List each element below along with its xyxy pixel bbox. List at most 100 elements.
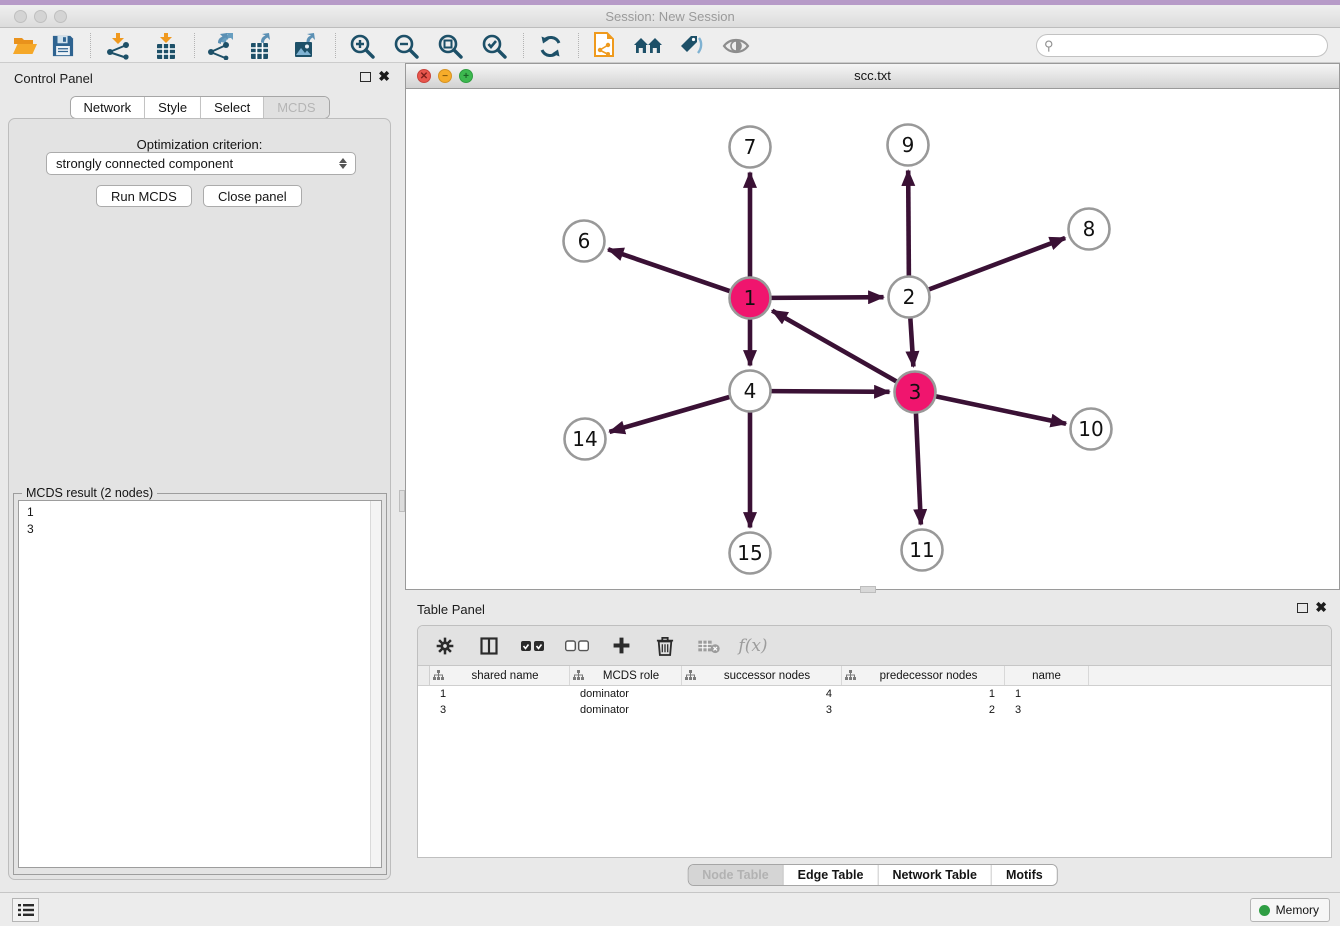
run-mcds-button[interactable]: Run MCDS [96,185,192,207]
mcds-result-textarea[interactable]: 13 [18,500,382,868]
zoom-out-button[interactable] [389,32,423,60]
cell-successor-nodes[interactable]: 4 [682,686,842,702]
memory-button[interactable]: Memory [1250,898,1330,922]
table-row[interactable]: 3dominator323 [418,702,1331,718]
node-15[interactable]: 15 [730,533,771,574]
column-sort-icon [685,670,696,681]
apply-function-button[interactable]: f(x) [738,633,768,659]
export-table-button[interactable] [245,32,279,60]
node-label: 15 [737,541,762,565]
cell-predecessor-nodes[interactable]: 2 [842,702,1005,718]
edge-4-3[interactable] [771,391,889,392]
cell-name[interactable]: 1 [1005,686,1089,702]
import-table-button[interactable] [149,32,183,60]
cell-shared-name[interactable]: 3 [430,702,570,718]
toolbar-separator [523,33,524,58]
eye-icon [722,36,750,56]
network-from-file-button[interactable] [588,32,622,60]
network-from-file-icon [592,32,618,60]
tab-network-table[interactable]: Network Table [878,865,992,885]
cell-shared-name[interactable]: 1 [430,686,570,702]
close-panel-icon[interactable]: ✖ [378,71,390,81]
column-header-name[interactable]: name [1005,666,1089,685]
open-folder-button[interactable] [8,32,42,60]
result-scrollbar[interactable] [370,501,381,867]
zoom-fit-button[interactable] [433,32,467,60]
node-1[interactable]: 1 [730,278,771,319]
export-network-button[interactable] [202,32,236,60]
search-input[interactable] [1054,37,1319,55]
hide-labels-button[interactable] [675,32,709,60]
zoom-in-button[interactable] [345,32,379,60]
node-7[interactable]: 7 [730,127,771,168]
tab-style[interactable]: Style [145,97,201,118]
tab-select[interactable]: Select [201,97,264,118]
delete-rows-button[interactable] [650,633,680,659]
tab-motifs[interactable]: Motifs [992,865,1057,885]
table-toolbar: f(x) [418,626,1331,666]
show-panel-list-button[interactable] [12,898,39,922]
refresh-button[interactable] [533,32,567,60]
column-header-MCDS-role[interactable]: MCDS role [570,666,682,685]
edge-3-11[interactable] [916,413,921,524]
edge-4-14[interactable] [609,397,729,432]
node-table-container: f(x) shared nameMCDS rolesuccessor nodes… [417,625,1332,858]
float-table-panel-icon[interactable] [1297,603,1308,613]
network-window-titlebar[interactable]: ✕ − + scc.txt [406,64,1339,89]
trash-icon [656,636,674,656]
column-sort-icon [433,670,444,681]
edge-2-8[interactable] [929,238,1065,289]
float-panel-icon[interactable] [360,72,371,82]
node-10[interactable]: 10 [1071,409,1112,450]
node-14[interactable]: 14 [565,419,606,460]
horizontal-splitter-grip[interactable] [860,586,876,593]
add-row-button[interactable] [606,633,636,659]
cell-predecessor-nodes[interactable]: 1 [842,686,1005,702]
table-row[interactable]: 1dominator411 [418,686,1331,702]
node-8[interactable]: 8 [1069,209,1110,250]
select-all-checkboxes-button[interactable] [518,633,548,659]
tab-edge-table[interactable]: Edge Table [784,865,879,885]
node-2[interactable]: 2 [889,277,930,318]
cell-successor-nodes[interactable]: 3 [682,702,842,718]
edge-2-3[interactable] [910,318,913,366]
table-settings-button[interactable] [430,633,460,659]
show-graphics-details-button[interactable] [719,32,753,60]
node-3[interactable]: 3 [895,372,936,413]
main-toolbar: ⚲ [0,28,1340,63]
node-4[interactable]: 4 [730,371,771,412]
edge-1-6[interactable] [608,249,730,291]
tab-node-table[interactable]: Node Table [688,865,783,885]
tab-mcds[interactable]: MCDS [264,97,328,118]
save-session-button[interactable] [46,32,80,60]
edge-1-2[interactable] [771,297,883,298]
close-panel-button[interactable]: Close panel [203,185,302,207]
node-6[interactable]: 6 [564,221,605,262]
tab-network[interactable]: Network [70,97,145,118]
control-panel-header: Control Panel ✖ [0,63,399,93]
edge-3-1[interactable] [772,311,896,382]
close-table-panel-icon[interactable]: ✖ [1315,602,1327,612]
cell-name[interactable]: 3 [1005,702,1089,718]
node-11[interactable]: 11 [902,530,943,571]
deselect-all-checkboxes-button[interactable] [562,633,592,659]
export-image-button[interactable] [289,32,323,60]
node-label: 1 [744,286,757,310]
import-network-button[interactable] [101,32,135,60]
delete-table-button[interactable] [694,633,724,659]
column-header-predecessor-nodes[interactable]: predecessor nodes [842,666,1005,685]
edge-3-10[interactable] [936,396,1066,423]
cell-MCDS-role[interactable]: dominator [570,702,682,718]
home-button[interactable] [631,32,665,60]
column-header-shared-name[interactable]: shared name [430,666,570,685]
node-9[interactable]: 9 [888,125,929,166]
column-header-successor-nodes[interactable]: successor nodes [682,666,842,685]
network-canvas[interactable]: 7 9 6 8 1 2 4 3 14 10 15 11 [406,89,1339,589]
criterion-select[interactable]: strongly connected component [46,152,356,175]
zoom-selected-button[interactable] [477,32,511,60]
cell-MCDS-role[interactable]: dominator [570,686,682,702]
column-visibility-button[interactable] [474,633,504,659]
gear-icon [435,636,455,656]
edge-2-9[interactable] [908,170,909,275]
fx-icon: f(x) [738,636,767,656]
